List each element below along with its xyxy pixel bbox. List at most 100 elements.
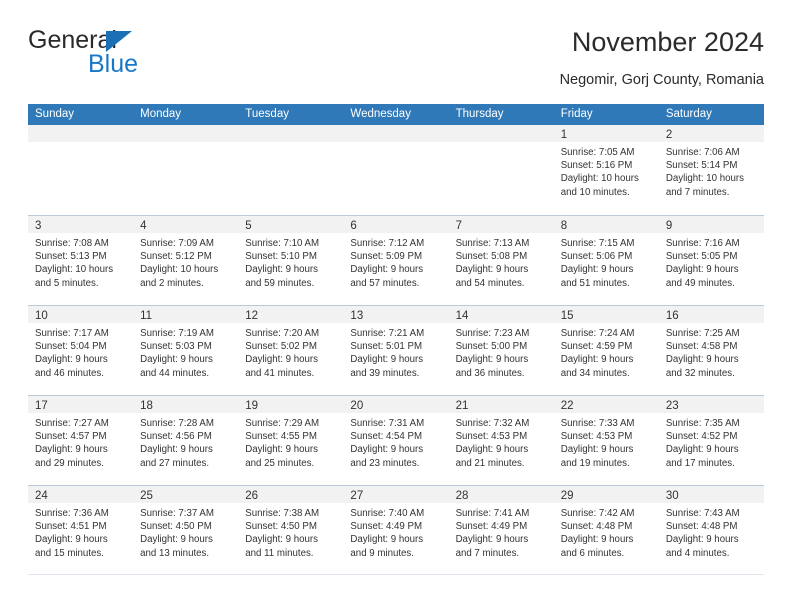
day-cell[interactable]: 20 Sunrise: 7:31 AM Sunset: 4:54 PM Dayl… bbox=[343, 396, 449, 485]
day-details: Sunrise: 7:32 AM Sunset: 4:53 PM Dayligh… bbox=[449, 413, 554, 470]
daylight-text-line1: Daylight: 9 hours bbox=[665, 444, 739, 456]
daylight-text-line1: Daylight: 10 hours bbox=[140, 264, 219, 276]
daylight-text-line1: Daylight: 9 hours bbox=[455, 534, 529, 546]
daylight-text-line2: and 27 minutes. bbox=[140, 457, 210, 469]
day-cell[interactable] bbox=[448, 125, 554, 215]
daylight-text-line2: and 17 minutes. bbox=[665, 457, 735, 469]
sunset-text: Sunset: 5:10 PM bbox=[245, 251, 317, 263]
daylight-text-line1: Daylight: 9 hours bbox=[455, 354, 529, 366]
day-cell[interactable] bbox=[28, 125, 134, 215]
day-cell[interactable]: 15 Sunrise: 7:24 AM Sunset: 4:59 PM Dayl… bbox=[553, 306, 659, 395]
day-number: 1 bbox=[560, 129, 568, 141]
general-blue-logo[interactable]: General Blue bbox=[28, 26, 238, 86]
sunset-text: Sunset: 5:01 PM bbox=[350, 341, 423, 353]
day-cell[interactable]: 6 Sunrise: 7:12 AM Sunset: 5:09 PM Dayli… bbox=[343, 216, 449, 305]
calendar-week-row: 17 Sunrise: 7:27 AM Sunset: 4:57 PM Dayl… bbox=[28, 395, 764, 485]
sunset-text: Sunset: 5:14 PM bbox=[665, 160, 738, 172]
day-number-band: 14 bbox=[448, 306, 554, 323]
day-cell[interactable]: 30 Sunrise: 7:43 AM Sunset: 4:48 PM Dayl… bbox=[658, 486, 764, 574]
weekday-header-sunday: Sunday bbox=[35, 108, 75, 120]
day-details: Sunrise: 7:36 AM Sunset: 4:51 PM Dayligh… bbox=[28, 503, 133, 560]
day-number-band: 23 bbox=[658, 396, 764, 413]
page-subtitle: Negomir, Gorj County, Romania bbox=[559, 72, 764, 88]
day-cell[interactable]: 16 Sunrise: 7:25 AM Sunset: 4:58 PM Dayl… bbox=[658, 306, 764, 395]
daylight-text-line1: Daylight: 9 hours bbox=[350, 264, 424, 276]
daylight-text-line1: Daylight: 9 hours bbox=[665, 534, 739, 546]
day-cell[interactable]: 14 Sunrise: 7:23 AM Sunset: 5:00 PM Dayl… bbox=[448, 306, 554, 395]
day-number: 11 bbox=[140, 310, 153, 322]
day-number: 14 bbox=[455, 310, 469, 322]
day-cell[interactable]: 11 Sunrise: 7:19 AM Sunset: 5:03 PM Dayl… bbox=[133, 306, 239, 395]
day-cell[interactable]: 5 Sunrise: 7:10 AM Sunset: 5:10 PM Dayli… bbox=[238, 216, 344, 305]
day-number: 9 bbox=[665, 220, 673, 232]
day-number-band: 29 bbox=[553, 486, 659, 503]
day-cell[interactable]: 22 Sunrise: 7:33 AM Sunset: 4:53 PM Dayl… bbox=[553, 396, 659, 485]
day-details: Sunrise: 7:29 AM Sunset: 4:55 PM Dayligh… bbox=[238, 413, 343, 470]
sunset-text: Sunset: 4:48 PM bbox=[560, 521, 633, 533]
sunrise-text: Sunrise: 7:05 AM bbox=[560, 147, 635, 158]
day-number-band: 20 bbox=[343, 396, 449, 413]
day-cell[interactable]: 12 Sunrise: 7:20 AM Sunset: 5:02 PM Dayl… bbox=[238, 306, 344, 395]
day-cell[interactable]: 8 Sunrise: 7:15 AM Sunset: 5:06 PM Dayli… bbox=[553, 216, 659, 305]
sunset-text: Sunset: 4:49 PM bbox=[455, 521, 528, 533]
day-details: Sunrise: 7:20 AM Sunset: 5:02 PM Dayligh… bbox=[238, 323, 343, 380]
day-cell[interactable]: 28 Sunrise: 7:41 AM Sunset: 4:49 PM Dayl… bbox=[448, 486, 554, 574]
weekday-header-thursday: Thursday bbox=[455, 108, 504, 120]
sunrise-text: Sunrise: 7:09 AM bbox=[140, 238, 214, 249]
daylight-text-line1: Daylight: 9 hours bbox=[350, 354, 424, 366]
day-cell[interactable]: 17 Sunrise: 7:27 AM Sunset: 4:57 PM Dayl… bbox=[28, 396, 134, 485]
sunrise-text: Sunrise: 7:12 AM bbox=[350, 238, 425, 249]
day-cell[interactable]: 4 Sunrise: 7:09 AM Sunset: 5:12 PM Dayli… bbox=[133, 216, 239, 305]
day-cell[interactable] bbox=[343, 125, 449, 215]
day-cell[interactable]: 1 Sunrise: 7:05 AM Sunset: 5:16 PM Dayli… bbox=[553, 125, 659, 215]
day-number: 16 bbox=[665, 310, 679, 322]
day-cell[interactable]: 19 Sunrise: 7:29 AM Sunset: 4:55 PM Dayl… bbox=[238, 396, 344, 485]
sunrise-text: Sunrise: 7:20 AM bbox=[245, 328, 320, 339]
daylight-text-line1: Daylight: 9 hours bbox=[560, 354, 634, 366]
day-cell[interactable] bbox=[238, 125, 344, 215]
daylight-text-line2: and 54 minutes. bbox=[455, 277, 525, 289]
day-cell[interactable]: 23 Sunrise: 7:35 AM Sunset: 4:52 PM Dayl… bbox=[658, 396, 764, 485]
day-cell[interactable]: 24 Sunrise: 7:36 AM Sunset: 4:51 PM Dayl… bbox=[28, 486, 134, 574]
day-cell[interactable]: 25 Sunrise: 7:37 AM Sunset: 4:50 PM Dayl… bbox=[133, 486, 239, 574]
day-cell[interactable]: 10 Sunrise: 7:17 AM Sunset: 5:04 PM Dayl… bbox=[28, 306, 134, 395]
day-cell[interactable]: 3 Sunrise: 7:08 AM Sunset: 5:13 PM Dayli… bbox=[28, 216, 134, 305]
day-cell[interactable]: 21 Sunrise: 7:32 AM Sunset: 4:53 PM Dayl… bbox=[448, 396, 554, 485]
day-details: Sunrise: 7:24 AM Sunset: 4:59 PM Dayligh… bbox=[554, 323, 659, 380]
day-number-band: 28 bbox=[448, 486, 554, 503]
day-details: Sunrise: 7:40 AM Sunset: 4:49 PM Dayligh… bbox=[343, 503, 448, 560]
daylight-text-line2: and 36 minutes. bbox=[455, 367, 525, 379]
daylight-text-line2: and 13 minutes. bbox=[140, 547, 210, 559]
day-number-band: 24 bbox=[28, 486, 134, 503]
day-number: 23 bbox=[665, 400, 679, 412]
daylight-text-line1: Daylight: 9 hours bbox=[140, 354, 213, 366]
sunset-text: Sunset: 4:52 PM bbox=[665, 431, 738, 443]
day-cell[interactable]: 2 Sunrise: 7:06 AM Sunset: 5:14 PM Dayli… bbox=[658, 125, 764, 215]
day-cell[interactable]: 9 Sunrise: 7:16 AM Sunset: 5:05 PM Dayli… bbox=[658, 216, 764, 305]
day-number-band: 8 bbox=[553, 216, 659, 233]
sunset-text: Sunset: 5:00 PM bbox=[455, 341, 528, 353]
daylight-text-line2: and 21 minutes. bbox=[455, 457, 525, 469]
day-details: Sunrise: 7:12 AM Sunset: 5:09 PM Dayligh… bbox=[343, 233, 448, 290]
day-cell[interactable]: 26 Sunrise: 7:38 AM Sunset: 4:50 PM Dayl… bbox=[238, 486, 344, 574]
day-cell[interactable]: 13 Sunrise: 7:21 AM Sunset: 5:01 PM Dayl… bbox=[343, 306, 449, 395]
sunrise-text: Sunrise: 7:10 AM bbox=[245, 238, 320, 249]
day-cell[interactable]: 18 Sunrise: 7:28 AM Sunset: 4:56 PM Dayl… bbox=[133, 396, 239, 485]
day-number: 21 bbox=[455, 400, 469, 412]
day-cell[interactable]: 7 Sunrise: 7:13 AM Sunset: 5:08 PM Dayli… bbox=[448, 216, 554, 305]
day-cell[interactable] bbox=[133, 125, 239, 215]
day-number: 20 bbox=[350, 400, 364, 412]
day-number-band: 18 bbox=[133, 396, 239, 413]
daylight-text-line1: Daylight: 9 hours bbox=[245, 444, 318, 456]
day-cell[interactable]: 29 Sunrise: 7:42 AM Sunset: 4:48 PM Dayl… bbox=[553, 486, 659, 574]
daylight-text-line2: and 49 minutes. bbox=[665, 277, 735, 289]
sunset-text: Sunset: 4:50 PM bbox=[245, 521, 317, 533]
daylight-text-line1: Daylight: 9 hours bbox=[455, 444, 529, 456]
day-details: Sunrise: 7:43 AM Sunset: 4:48 PM Dayligh… bbox=[659, 503, 764, 560]
day-number-band: 11 bbox=[133, 306, 239, 323]
sunrise-text: Sunrise: 7:28 AM bbox=[140, 418, 214, 429]
day-number-band: 10 bbox=[28, 306, 134, 323]
day-cell[interactable]: 27 Sunrise: 7:40 AM Sunset: 4:49 PM Dayl… bbox=[343, 486, 449, 574]
sunrise-text: Sunrise: 7:40 AM bbox=[350, 508, 425, 519]
daylight-text-line2: and 7 minutes. bbox=[455, 547, 520, 559]
